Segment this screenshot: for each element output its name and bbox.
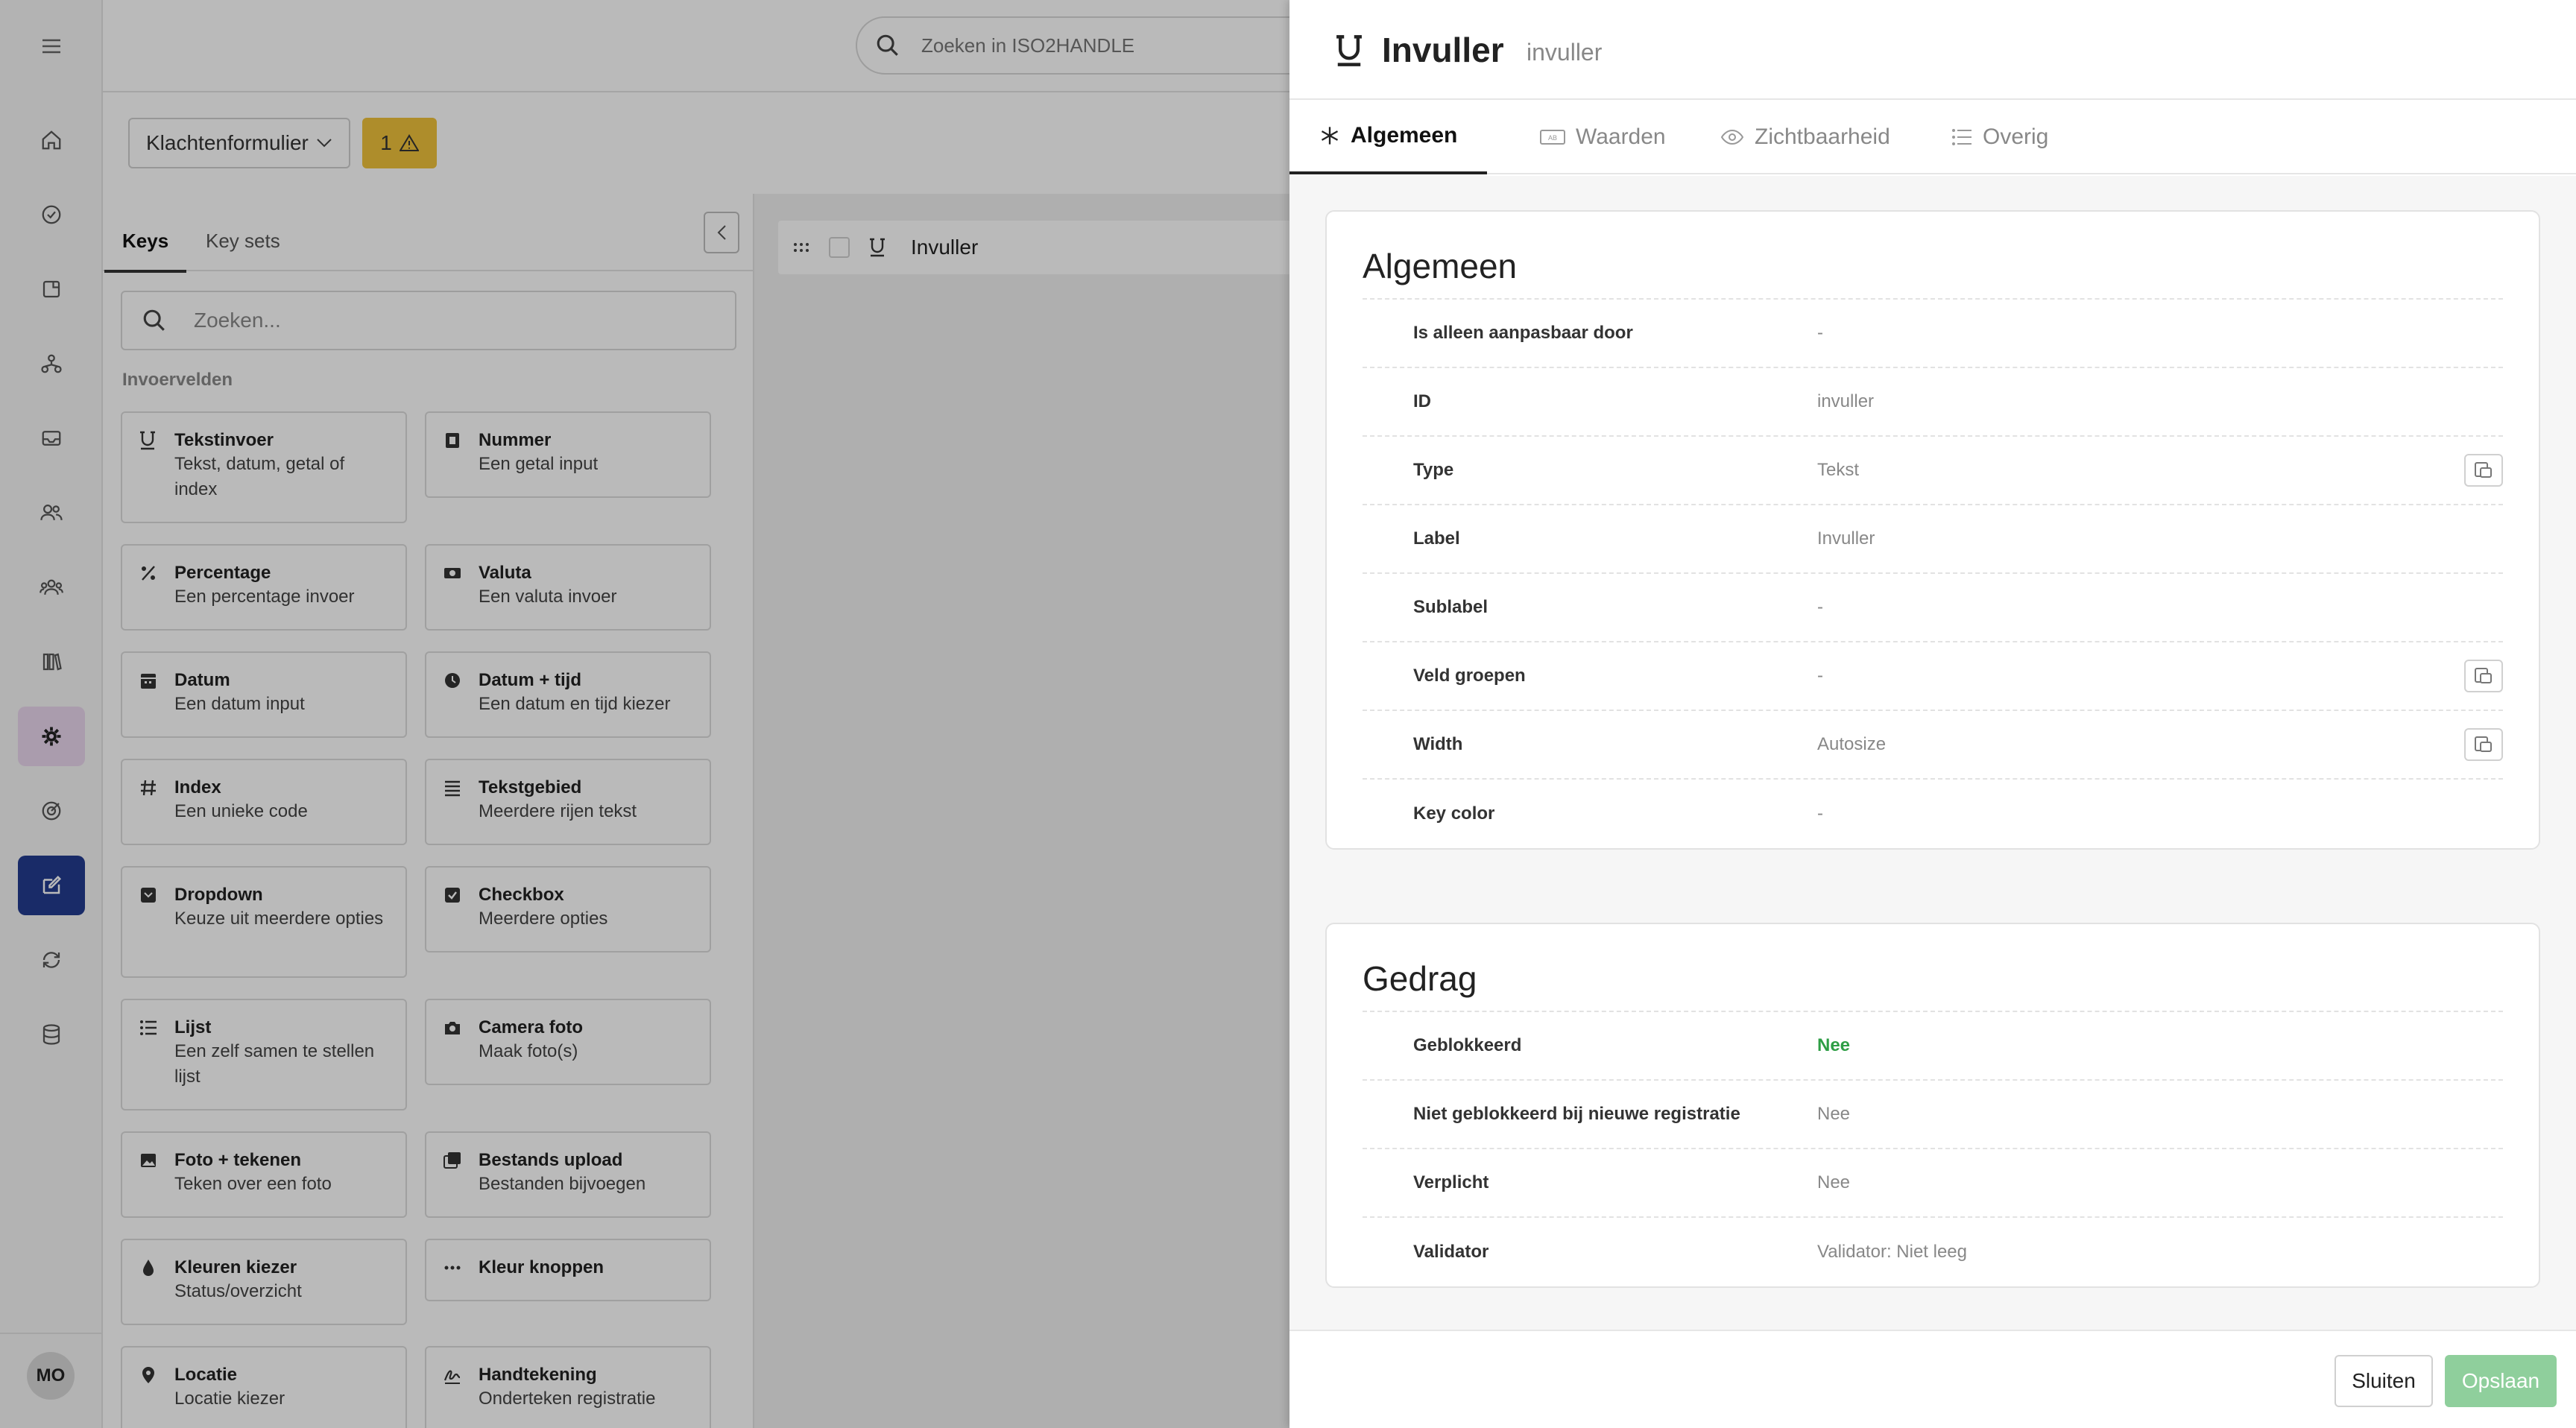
close-button[interactable]: Sluiten bbox=[2334, 1355, 2433, 1407]
property-label: Validator bbox=[1413, 1242, 1489, 1262]
property-label: Verplicht bbox=[1413, 1172, 1489, 1192]
tab-algemeen[interactable]: Algemeen bbox=[1289, 100, 1488, 174]
property-label: ID bbox=[1413, 391, 1431, 411]
tab-waarden-label: Waarden bbox=[1576, 124, 1666, 149]
property-row: Is alleen aanpasbaar door - bbox=[1363, 300, 2503, 368]
eye-icon bbox=[1720, 129, 1744, 145]
property-label: Is alleen aanpasbaar door bbox=[1413, 323, 1633, 343]
text-input-icon bbox=[1336, 35, 1362, 66]
property-row: Niet geblokkeerd bij nieuwe registratie N… bbox=[1363, 1081, 2503, 1149]
behaviour-card-title: Gedrag bbox=[1363, 924, 2503, 1012]
copy-icon bbox=[2475, 668, 2492, 683]
tab-waarden[interactable]: AB Waarden bbox=[1510, 100, 1696, 174]
property-label: Sublabel bbox=[1413, 597, 1489, 617]
property-row: Verplicht Nee bbox=[1363, 1149, 2503, 1218]
drawer-header: Invuller invuller bbox=[1289, 0, 2576, 100]
property-label: Veld groepen bbox=[1413, 666, 1526, 686]
general-card-title: Algemeen bbox=[1363, 212, 2503, 300]
property-row: Width Autosize bbox=[1363, 711, 2503, 780]
tab-zichtbaarheid[interactable]: Zichtbaarheid bbox=[1690, 100, 1920, 174]
ab-icon: AB bbox=[1540, 130, 1565, 145]
property-row: Label Invuller bbox=[1363, 505, 2503, 574]
property-value: Validator: Niet leeg bbox=[1817, 1242, 1967, 1262]
property-row: Sublabel - bbox=[1363, 574, 2503, 642]
tab-zichtbaarheid-label: Zichtbaarheid bbox=[1755, 124, 1890, 149]
property-label: Geblokkeerd bbox=[1413, 1035, 1522, 1055]
drawer-subtitle: invuller bbox=[1527, 39, 1603, 66]
property-value: - bbox=[1817, 323, 1823, 343]
property-value: - bbox=[1817, 666, 1823, 686]
property-row: ID invuller bbox=[1363, 368, 2503, 437]
list-icon bbox=[1952, 129, 1972, 145]
property-label: Key color bbox=[1413, 803, 1495, 824]
property-value: invuller bbox=[1817, 391, 1875, 411]
copy-icon bbox=[2475, 736, 2492, 752]
property-value: Nee bbox=[1817, 1172, 1851, 1192]
drawer-title: Invuller bbox=[1382, 31, 1504, 69]
copy-value-button[interactable] bbox=[2464, 660, 2503, 692]
property-label: Label bbox=[1413, 528, 1460, 549]
property-value: - bbox=[1817, 803, 1823, 824]
property-row: Key color - bbox=[1363, 780, 2503, 848]
property-label: Width bbox=[1413, 734, 1463, 754]
tab-overig[interactable]: Overig bbox=[1922, 100, 2078, 174]
property-value: Tekst bbox=[1817, 460, 1860, 480]
property-value: - bbox=[1817, 597, 1823, 617]
property-value: Nee bbox=[1817, 1035, 1851, 1055]
drawer-footer: Sluiten Opslaan bbox=[1289, 1330, 2576, 1428]
property-value: Invuller bbox=[1817, 528, 1875, 549]
asterisk-icon bbox=[1321, 127, 1339, 145]
tab-algemeen-label: Algemeen bbox=[1351, 123, 1458, 148]
general-card: Algemeen Is alleen aanpasbaar door - ID inv… bbox=[1325, 210, 2540, 850]
property-row: Veld groepen - bbox=[1363, 642, 2503, 711]
drawer-body: Algemeen Is alleen aanpasbaar door - ID inv… bbox=[1289, 176, 2576, 1330]
drawer-tabs: Algemeen AB Waarden Overig Zichtbaarheid bbox=[1289, 100, 2576, 174]
property-value: Nee bbox=[1817, 1104, 1851, 1124]
property-label: Niet geblokkeerd bij nieuwe registratie bbox=[1413, 1104, 1740, 1124]
key-settings-drawer: Invuller invuller Algemeen AB Waarden Ov… bbox=[1289, 0, 2576, 1428]
property-value: Autosize bbox=[1817, 734, 1887, 754]
copy-icon bbox=[2475, 462, 2492, 478]
modal-backdrop[interactable] bbox=[0, 0, 1289, 1428]
copy-value-button[interactable] bbox=[2464, 728, 2503, 761]
property-row: Validator Validator: Niet leeg bbox=[1363, 1218, 2503, 1286]
property-row: Type Tekst bbox=[1363, 437, 2503, 505]
property-row: Geblokkeerd Nee bbox=[1363, 1012, 2503, 1081]
property-label: Type bbox=[1413, 460, 1454, 480]
svg-text:AB: AB bbox=[1548, 134, 1557, 142]
tab-overig-label: Overig bbox=[1983, 124, 2049, 149]
behaviour-card: Gedrag Geblokkeerd Nee Niet geblokkeerd bi… bbox=[1325, 923, 2540, 1288]
copy-value-button[interactable] bbox=[2464, 454, 2503, 487]
save-button[interactable]: Opslaan bbox=[2445, 1355, 2557, 1407]
